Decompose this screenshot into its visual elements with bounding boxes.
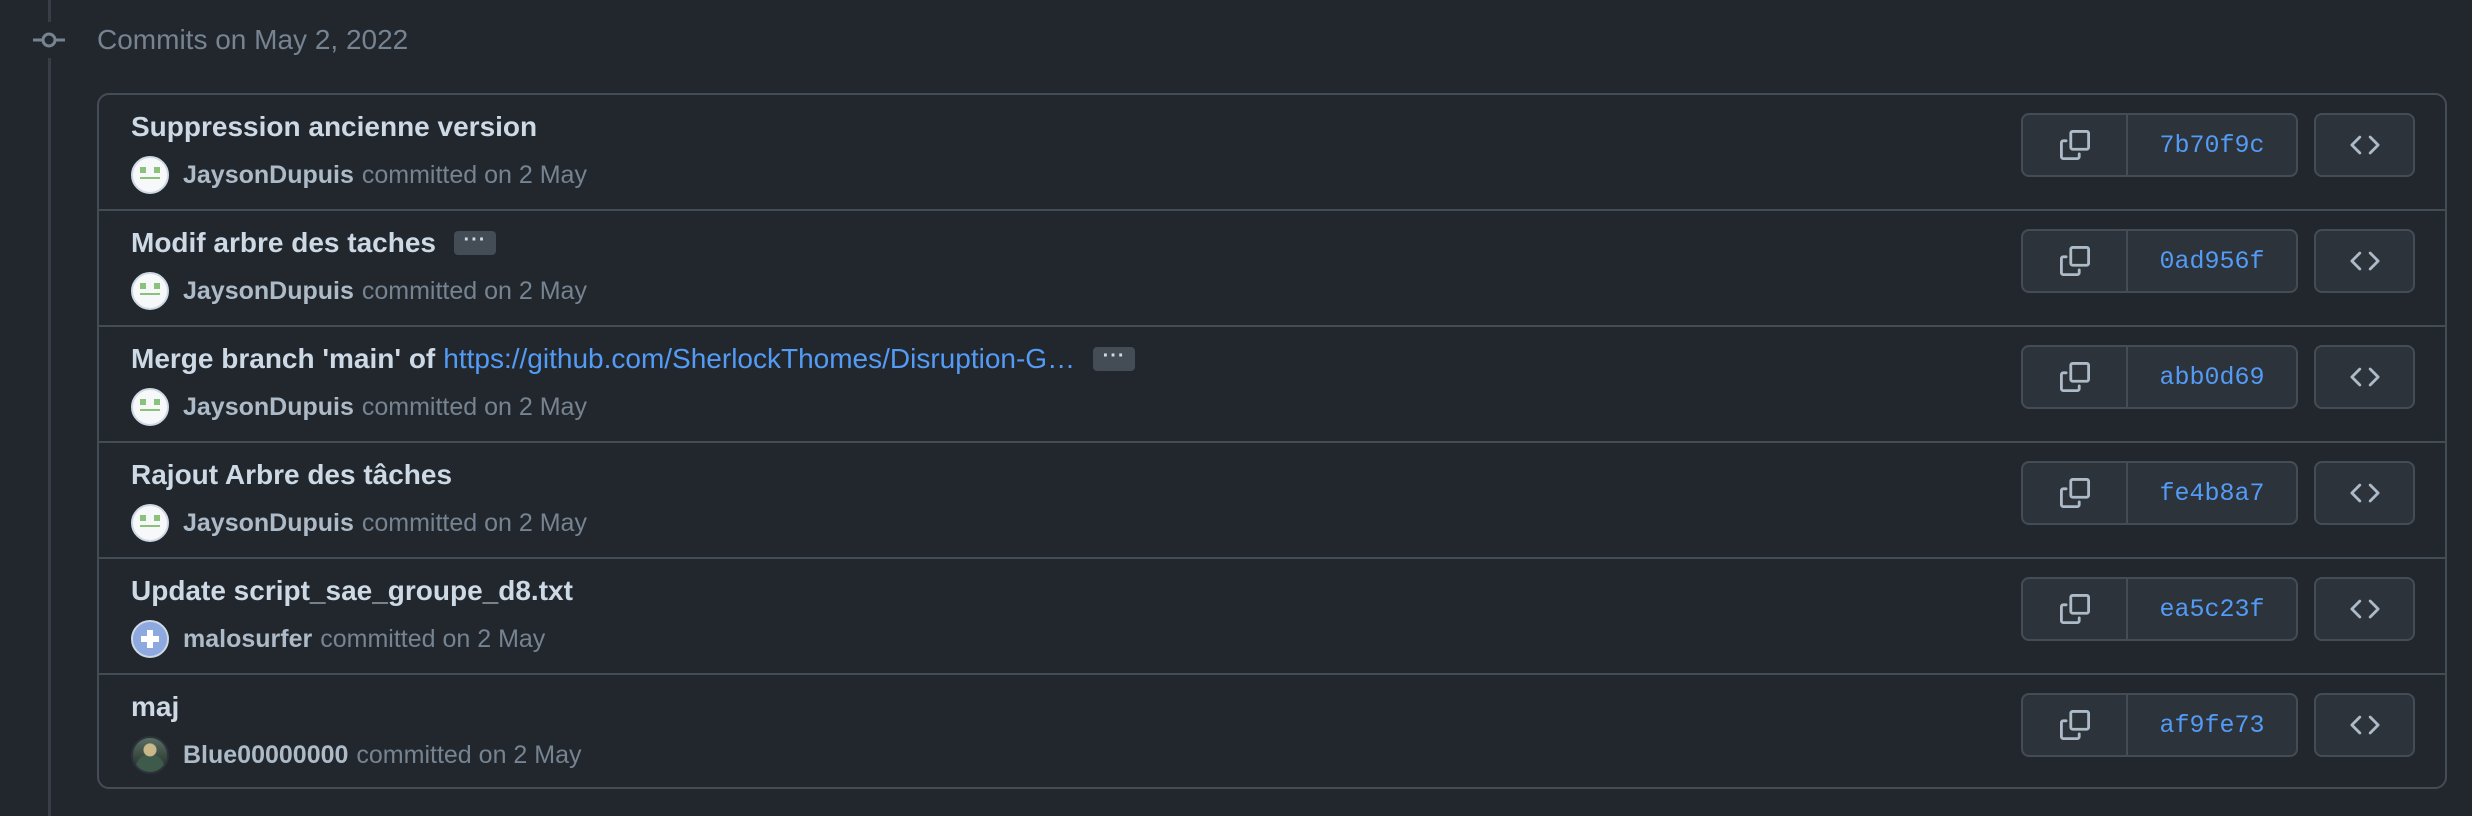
- browse-repo-button[interactable]: [2314, 461, 2415, 525]
- commit-message-link[interactable]: Modif arbre des taches: [131, 227, 436, 259]
- author-link[interactable]: Blue00000000: [183, 741, 348, 770]
- ellipsis-icon[interactable]: ···: [1093, 346, 1136, 371]
- code-icon: [2349, 483, 2380, 503]
- commit-sha-link[interactable]: 0ad956f: [2128, 231, 2296, 291]
- commit-sha-link[interactable]: fe4b8a7: [2128, 463, 2296, 523]
- commit-list: Suppression ancienne version JaysonDupui…: [97, 93, 2447, 789]
- commit-title: Update script_sae_groupe_d8.txt: [131, 575, 573, 607]
- sha-button-group: ea5c23f: [2021, 577, 2298, 641]
- browse-repo-button[interactable]: [2314, 345, 2415, 409]
- commit-meta: malosurfer committed on 2 May: [131, 619, 545, 659]
- commit-date: committed on 2 May: [361, 160, 587, 189]
- commit-title: Suppression ancienne version: [131, 111, 537, 143]
- copy-sha-button[interactable]: [2023, 695, 2128, 755]
- commit-row: Suppression ancienne version JaysonDupui…: [99, 95, 2445, 211]
- commit-message-link[interactable]: maj: [131, 691, 179, 723]
- commit-message-link[interactable]: Rajout Arbre des tâches: [131, 459, 452, 491]
- copy-sha-button[interactable]: [2023, 115, 2128, 175]
- commit-sha-link[interactable]: abb0d69: [2128, 347, 2296, 407]
- avatar[interactable]: [131, 272, 169, 310]
- commit-meta: Blue00000000 committed on 2 May: [131, 735, 582, 775]
- copy-icon: [2059, 246, 2090, 276]
- author-link[interactable]: JaysonDupuis: [183, 393, 354, 422]
- avatar[interactable]: [131, 504, 169, 542]
- sha-button-group: 7b70f9c: [2021, 113, 2298, 177]
- copy-icon: [2059, 594, 2090, 624]
- commit-title: Rajout Arbre des tâches: [131, 459, 452, 491]
- commit-title: maj: [131, 691, 179, 723]
- commit-date: committed on 2 May: [361, 508, 587, 537]
- author-link[interactable]: malosurfer: [183, 625, 312, 654]
- copy-sha-button[interactable]: [2023, 579, 2128, 639]
- commit-title: Modif arbre des taches ···: [131, 227, 496, 259]
- commit-row: Update script_sae_groupe_d8.txt malosurf…: [99, 559, 2445, 675]
- commit-meta: JaysonDupuis committed on 2 May: [131, 503, 587, 543]
- commit-meta: JaysonDupuis committed on 2 May: [131, 271, 587, 311]
- browse-repo-button[interactable]: [2314, 693, 2415, 757]
- commit-row: maj Blue00000000 committed on 2 May af9f…: [99, 675, 2445, 787]
- author-link[interactable]: JaysonDupuis: [183, 277, 354, 306]
- code-icon: [2349, 135, 2380, 155]
- code-icon: [2349, 367, 2380, 387]
- sha-button-group: 0ad956f: [2021, 229, 2298, 293]
- timeline-line: [48, 0, 51, 816]
- commit-date: committed on 2 May: [320, 624, 546, 653]
- commit-meta: JaysonDupuis committed on 2 May: [131, 155, 587, 195]
- commit-group-heading: Commits on May 2, 2022: [97, 24, 409, 55]
- author-link[interactable]: JaysonDupuis: [183, 161, 354, 190]
- browse-repo-button[interactable]: [2314, 113, 2415, 177]
- sha-button-group: fe4b8a7: [2021, 461, 2298, 525]
- copy-icon: [2059, 710, 2090, 740]
- code-icon: [2349, 599, 2380, 619]
- commit-row: Rajout Arbre des tâches JaysonDupuis com…: [99, 443, 2445, 559]
- copy-sha-button[interactable]: [2023, 463, 2128, 523]
- ellipsis-icon[interactable]: ···: [453, 230, 496, 255]
- avatar[interactable]: [131, 736, 169, 774]
- commit-message-link[interactable]: Update script_sae_groupe_d8.txt: [131, 575, 573, 607]
- sha-button-group: abb0d69: [2021, 345, 2298, 409]
- copy-sha-button[interactable]: [2023, 231, 2128, 291]
- commit-row: Merge branch 'main' of https://github.co…: [99, 327, 2445, 443]
- browse-repo-button[interactable]: [2314, 229, 2415, 293]
- avatar[interactable]: [131, 156, 169, 194]
- commit-sha-link[interactable]: ea5c23f: [2128, 579, 2296, 639]
- sha-button-group: af9fe73: [2021, 693, 2298, 757]
- commit-meta: JaysonDupuis committed on 2 May: [131, 387, 587, 427]
- commit-message-link[interactable]: Suppression ancienne version: [131, 111, 537, 143]
- commit-message-link[interactable]: Merge branch 'main' of: [131, 343, 435, 375]
- code-icon: [2349, 715, 2380, 735]
- copy-icon: [2059, 478, 2090, 508]
- browse-repo-button[interactable]: [2314, 577, 2415, 641]
- commit-sha-link[interactable]: 7b70f9c: [2128, 115, 2296, 175]
- commit-row: Modif arbre des taches ··· JaysonDupuis …: [99, 211, 2445, 327]
- code-icon: [2349, 251, 2380, 271]
- commit-title: Merge branch 'main' of https://github.co…: [131, 343, 1136, 375]
- commit-url-link[interactable]: https://github.com/SherlockThomes/Disrup…: [443, 343, 1075, 375]
- commit-date: committed on 2 May: [361, 392, 587, 421]
- git-commit-icon: [31, 22, 67, 58]
- author-link[interactable]: JaysonDupuis: [183, 509, 354, 538]
- copy-icon: [2059, 130, 2090, 160]
- commit-date: committed on 2 May: [361, 276, 587, 305]
- avatar[interactable]: [131, 388, 169, 426]
- commit-sha-link[interactable]: af9fe73: [2128, 695, 2296, 755]
- avatar[interactable]: [131, 620, 169, 658]
- commit-date: committed on 2 May: [356, 740, 582, 769]
- copy-sha-button[interactable]: [2023, 347, 2128, 407]
- copy-icon: [2059, 362, 2090, 392]
